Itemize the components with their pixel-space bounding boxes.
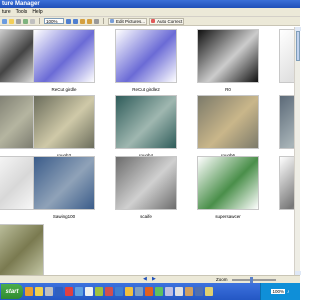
thumbnail-image[interactable]: [279, 95, 294, 149]
crop-icon[interactable]: [94, 18, 99, 24]
save-icon[interactable]: [9, 18, 14, 24]
rotate-left-icon[interactable]: [80, 18, 85, 24]
start-label: start: [5, 288, 19, 295]
taskbar-app-icon[interactable]: [195, 287, 203, 296]
thumbnail-image[interactable]: [115, 29, 177, 83]
taskbar-app-icon[interactable]: [165, 287, 173, 296]
folder-icon[interactable]: [2, 18, 7, 24]
thumbnail-label: Sawing100: [52, 214, 76, 219]
thumbnail-image[interactable]: [33, 95, 95, 149]
toolbar: 100% Edit Pictures... Auto Correct: [0, 17, 300, 26]
taskbar-app-icon[interactable]: [85, 287, 93, 296]
thumbnail-image[interactable]: [33, 29, 95, 83]
taskbar-app-icon[interactable]: [105, 287, 113, 296]
previous-page-icon[interactable]: ◀: [143, 277, 147, 282]
next-page-icon[interactable]: ▶: [152, 277, 156, 282]
edit-pictures-label: Edit Pictures...: [116, 18, 146, 24]
zoom-label: Zoom: [216, 277, 228, 282]
volume-icon[interactable]: ♪: [287, 289, 290, 295]
status-bar: ◀ ▶ Zoom: [0, 275, 300, 283]
thumbnail-image[interactable]: [279, 156, 294, 210]
auto-correct-label: Auto Correct: [157, 18, 183, 24]
menu-bar: ture Tools Help: [0, 8, 300, 17]
thumbnail-image[interactable]: [115, 156, 177, 210]
zoom-slider[interactable]: [232, 279, 276, 281]
thumbnail-label: ReCut girdle2: [132, 87, 160, 92]
thumbnail-image[interactable]: [197, 95, 259, 149]
title-bar: ture Manager: [0, 0, 300, 8]
menu-picture[interactable]: ture: [2, 9, 11, 15]
scroll-thumb[interactable]: [296, 31, 300, 61]
thumbnail-image[interactable]: [197, 156, 259, 210]
taskbar-app-icon[interactable]: [25, 287, 33, 296]
menu-help[interactable]: Help: [32, 9, 42, 15]
thumbnail-label: scaife: [140, 214, 152, 219]
taskbar-app-icon[interactable]: [65, 287, 73, 296]
edit-icon: [110, 19, 114, 23]
window-title: ture Manager: [2, 1, 40, 7]
taskbar-app-icon[interactable]: [145, 287, 153, 296]
thumbnail-label: R0: [225, 87, 231, 92]
taskbar-app-icon[interactable]: [45, 287, 53, 296]
vertical-scrollbar[interactable]: [294, 27, 301, 275]
auto-correct-icon: [151, 19, 156, 23]
thumbnail-label: ReCut girdle: [51, 87, 77, 92]
zoom-out-icon[interactable]: [73, 18, 78, 24]
taskbar-app-icon[interactable]: [75, 287, 83, 296]
zoom-in-icon[interactable]: [66, 18, 71, 24]
grid-view-icon[interactable]: [16, 18, 21, 24]
thumbnail-grid: ReCut girdleReCut girdle2R0rough3rough4r…: [0, 27, 294, 275]
menu-tools[interactable]: Tools: [16, 9, 28, 15]
taskbar-app-icon[interactable]: [55, 287, 63, 296]
rotate-right-icon[interactable]: [87, 18, 92, 24]
thumbnail-image[interactable]: [115, 95, 177, 149]
taskbar-app-icon[interactable]: [205, 287, 213, 296]
taskbar-app-icon[interactable]: [185, 287, 193, 296]
taskbar-app-icon[interactable]: [125, 287, 133, 296]
thumbnail-image[interactable]: [0, 224, 44, 275]
thumbnail-view-icon[interactable]: [23, 18, 28, 24]
tray-percent: 100%: [271, 289, 285, 294]
taskbar-app-icon[interactable]: [115, 287, 123, 296]
zoom-select[interactable]: 100%: [44, 18, 64, 24]
toolbar-separator: [103, 18, 104, 24]
taskbar-app-icon[interactable]: [95, 287, 103, 296]
taskbar: start 100% ♪: [0, 283, 300, 300]
start-button[interactable]: start: [1, 284, 23, 299]
taskbar-app-icon[interactable]: [35, 287, 43, 296]
thumbnail-image[interactable]: [197, 29, 259, 83]
thumbnail-image[interactable]: [33, 156, 95, 210]
thumbnail-label: supersawcer: [215, 214, 241, 219]
toolbar-separator: [39, 18, 40, 24]
system-tray: 100% ♪: [260, 283, 300, 300]
edit-pictures-button[interactable]: Edit Pictures...: [108, 17, 148, 25]
taskbar-app-icon[interactable]: [175, 287, 183, 296]
taskbar-app-icon[interactable]: [135, 287, 143, 296]
list-view-icon[interactable]: [30, 18, 35, 24]
taskbar-app-icon[interactable]: [155, 287, 163, 296]
thumbnail-image[interactable]: [279, 29, 294, 83]
auto-correct-button[interactable]: Auto Correct: [149, 17, 185, 25]
